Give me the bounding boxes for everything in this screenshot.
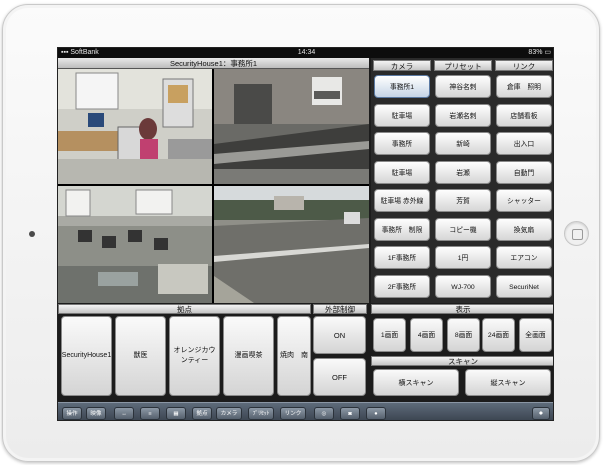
link-button-6[interactable]: 換気扇: [496, 217, 552, 241]
camera-button-6[interactable]: 事務所 制限: [374, 217, 430, 241]
toolbar-grid-button[interactable]: ▦: [166, 407, 186, 420]
display-full-button[interactable]: 全画面: [519, 318, 552, 352]
link-button-1[interactable]: 倉庫 照明: [496, 75, 552, 98]
display-8-button[interactable]: 8画面: [447, 318, 480, 352]
bottom-toolbar: 操作 映像 ↔ ≡ ▦ 拠点 カメラ ﾌﾟﾘｾｯﾄ リンク ◎ ◙ ● ✹: [58, 402, 553, 420]
camera-feed-grid: [58, 69, 369, 303]
preset-button-7[interactable]: 1円: [435, 246, 491, 269]
camera-feed-4[interactable]: [214, 186, 369, 303]
home-button[interactable]: [564, 221, 589, 246]
link-button-3[interactable]: 出入口: [496, 132, 552, 155]
site-button-manga-cafe[interactable]: 漫画喫茶: [223, 316, 274, 396]
sites-header: 拠点: [58, 304, 311, 314]
horizontal-scan-button[interactable]: 横スキャン: [373, 369, 459, 396]
preset-button-6[interactable]: コピー機: [435, 217, 491, 241]
display-header: 表示: [371, 304, 553, 314]
camera-feed-1[interactable]: [58, 69, 212, 184]
link-column-header: リンク: [495, 60, 553, 71]
camera-button-8[interactable]: 2F事務所: [374, 274, 430, 298]
toolbar-camera-button[interactable]: カメラ: [216, 407, 242, 420]
toolbar-sites-button[interactable]: 拠点: [192, 407, 212, 420]
toolbar-operate-button[interactable]: 操作: [62, 407, 82, 420]
preset-button-8[interactable]: WJ-700: [435, 274, 491, 298]
preset-button-1[interactable]: 神谷名刺: [435, 75, 491, 98]
camera-button-1[interactable]: 事務所1: [374, 75, 430, 98]
control-panel: カメラ プリセット リンク 事務所1 駐車場 事務所 駐車場 駐車場 赤外線 事務所 制限…: [371, 58, 553, 303]
preset-button-5[interactable]: 芳賀: [435, 189, 491, 212]
globe-icon[interactable]: ◎: [314, 407, 334, 420]
battery-indicator: 83% ▭: [528, 49, 551, 56]
site-button-vet[interactable]: 獣医: [115, 316, 166, 396]
camera-column-header: カメラ: [373, 60, 431, 71]
external-control-header: 外部制御: [313, 304, 367, 314]
gear-icon[interactable]: ✹: [532, 407, 550, 420]
toolbar-link-button[interactable]: リンク: [280, 407, 306, 420]
site-button-securityhouse1[interactable]: SecurityHouse1: [61, 316, 112, 396]
camera-button-2[interactable]: 駐車場: [374, 103, 430, 127]
toolbar-preset-button[interactable]: ﾌﾟﾘｾｯﾄ: [248, 407, 274, 420]
camera-button-5[interactable]: 駐車場 赤外線: [374, 189, 430, 212]
camera-feed-3[interactable]: [58, 186, 212, 303]
on-button[interactable]: ON: [313, 316, 366, 354]
camera-icon[interactable]: ◙: [340, 407, 360, 420]
toolbar-video-button[interactable]: 映像: [86, 407, 106, 420]
camera-button-7[interactable]: 1F事務所: [374, 246, 430, 269]
preset-column-header: プリセット: [434, 60, 492, 71]
link-button-7[interactable]: エアコン: [496, 246, 552, 269]
link-button-4[interactable]: 自動門: [496, 160, 552, 184]
toolbar-swap-button[interactable]: ↔: [114, 407, 134, 420]
off-button[interactable]: OFF: [313, 358, 366, 396]
app-screen: ▪▪▪ SoftBank 14:34 83% ▭ SecurityHouse1：…: [57, 47, 554, 421]
camera-button-3[interactable]: 事務所: [374, 132, 430, 155]
display-4-button[interactable]: 4画面: [410, 318, 443, 352]
record-icon[interactable]: ●: [366, 407, 386, 420]
camera-feed-2[interactable]: [214, 69, 369, 184]
display-1-button[interactable]: 1画面: [373, 318, 406, 352]
site-button-orange-county[interactable]: オレンジカウンティー: [169, 316, 220, 396]
camera-button-4[interactable]: 駐車場: [374, 160, 430, 184]
link-button-5[interactable]: シャッター: [496, 189, 552, 212]
display-24-button[interactable]: 24画面: [482, 318, 515, 352]
link-button-8[interactable]: SecuriNet: [496, 274, 552, 298]
front-camera: [29, 231, 35, 237]
site-button-yakiniku[interactable]: 焼肉 南: [277, 316, 311, 396]
clock: 14:34: [297, 49, 316, 56]
preset-button-4[interactable]: 岩瀬: [435, 160, 491, 184]
scan-header: スキャン: [371, 356, 553, 366]
tablet-frame: ▪▪▪ SoftBank 14:34 83% ▭ SecurityHouse1：…: [2, 4, 600, 462]
toolbar-list-button[interactable]: ≡: [140, 407, 160, 420]
view-title: SecurityHouse1：事務所1: [58, 58, 369, 69]
status-bar: ▪▪▪ SoftBank 14:34 83% ▭: [58, 48, 553, 58]
preset-button-2[interactable]: 岩瀬名刺: [435, 103, 491, 127]
vertical-scan-button[interactable]: 縦スキャン: [465, 369, 551, 396]
link-button-2[interactable]: 店舗看板: [496, 103, 552, 127]
preset-button-3[interactable]: 新崎: [435, 132, 491, 155]
